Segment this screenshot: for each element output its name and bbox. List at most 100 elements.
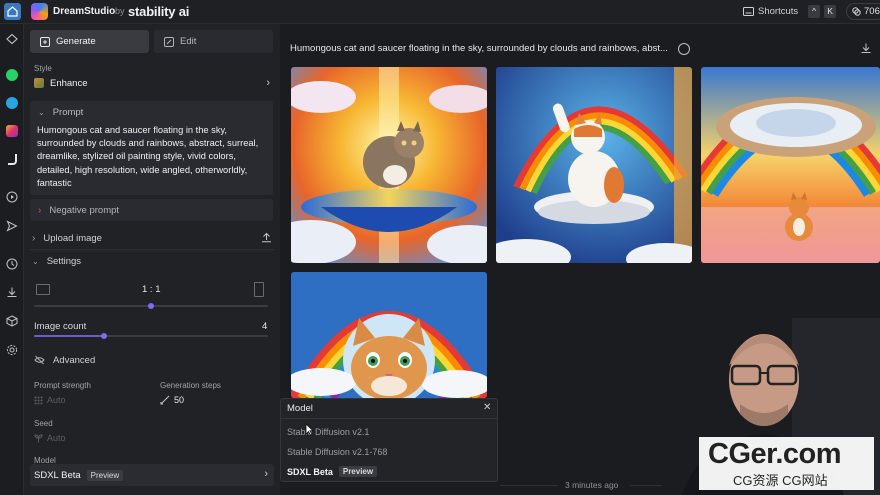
chevron-down-icon: ⌄ [38,108,45,117]
download-all-icon[interactable] [860,42,872,54]
shortcuts-label: Shortcuts [758,6,799,17]
grid-dots-icon [34,396,43,404]
generation-steps-label: Generation steps [160,381,221,390]
tab-edit-label: Edit [180,36,197,47]
stability-logo-text: stability ai [128,4,190,19]
image-cat-waving-rainbow [496,67,692,263]
credits-count: 706 [864,6,880,17]
close-icon[interactable]: ✕ [483,402,491,413]
chevron-right-icon: › [38,204,42,216]
generated-image-3[interactable] [701,67,880,263]
explore-icon[interactable] [5,32,19,46]
style-selector[interactable]: Enhance › [34,76,270,90]
tab-edit[interactable]: Edit [154,30,273,53]
image-count-value: 4 [262,321,268,332]
divider [30,249,274,250]
generate-icon [40,36,50,47]
model-option-sdxl-beta[interactable]: SDXL Beta Preview [287,466,378,477]
dreamstudio-logo[interactable] [31,3,48,20]
generated-image-4[interactable] [291,272,487,398]
aspect-ratio-slider-handle[interactable] [148,303,154,309]
model-dropdown: Model ✕ Stable Diffusion v2.1 Stable Dif… [280,398,498,482]
image-saucer-over-cat [701,67,880,263]
advanced-toggle[interactable]: Advanced [32,350,276,370]
mouse-cursor-icon [305,423,314,436]
preview-badge: Preview [86,469,124,481]
model-option-sd21[interactable]: Stable Diffusion v2.1 [287,427,369,437]
model-option-label: Stable Diffusion v2.1-768 [287,447,388,457]
history-icon[interactable] [5,257,19,271]
download-icon[interactable] [5,285,19,299]
aspect-ratio-value: 1 : 1 [142,284,161,295]
edit-icon [164,36,174,47]
settings-label: Settings [46,255,82,267]
settings-section[interactable]: ⌄ Settings [30,251,274,271]
watermark: CGer.com CG资源 CG网站 [699,437,874,490]
whatsapp-icon[interactable] [5,68,19,82]
play-circle-icon[interactable] [5,190,19,204]
retry-icon[interactable] [678,43,690,55]
prompt-strength-label: Prompt strength [34,381,91,390]
shortcut-key-k: K [824,5,837,18]
negative-prompt-label: Negative prompt [49,204,120,216]
seed-icon [34,433,43,442]
watermark-main: CGer.com [708,438,842,470]
prompt-label: Prompt [52,107,84,118]
instagram-icon[interactable] [5,124,19,138]
seed-input[interactable]: Auto [34,433,66,443]
steps-icon [160,395,170,405]
image-count-label: Image count [34,321,87,332]
generation-timestamp: 3 minutes ago [565,480,619,490]
generated-image-1[interactable] [291,67,487,263]
image-count-slider[interactable] [34,333,268,339]
left-rail [0,24,24,495]
chevron-right-icon: › [32,232,36,244]
credits-badge[interactable]: 706 [846,3,880,20]
tab-generate-label: Generate [56,36,96,47]
model-selector[interactable]: SDXL Beta Preview › [30,464,274,486]
image-count-slider-handle[interactable] [101,333,108,339]
image-cat-on-saucer-golden [291,67,487,263]
landscape-aspect-icon[interactable] [36,284,50,295]
upload-image-section[interactable]: › Upload image [30,228,274,248]
home-button[interactable] [4,3,21,20]
shortcuts-button[interactable]: Shortcuts ^ K [743,4,837,19]
tab-generate[interactable]: Generate [30,30,149,53]
seed-value: Auto [47,433,66,443]
home-icon [7,6,18,17]
shortcut-key-ctrl: ^ [808,5,821,18]
tiktok-icon[interactable] [5,152,19,166]
prompt-header[interactable]: ⌄ Prompt [38,107,83,118]
model-option-sd21-768[interactable]: Stable Diffusion v2.1-768 [287,447,387,457]
portrait-aspect-icon[interactable] [254,282,264,297]
eye-off-icon [34,355,45,365]
generation-panel: Generate Edit Style Enhance › ⌄ Prompt H… [24,24,280,495]
chevron-right-icon: › [266,77,270,89]
send-icon[interactable] [5,219,19,233]
model-option-label: Stable Diffusion v2.1 [287,427,370,437]
style-value: Enhance [50,77,88,89]
model-dropdown-title: Model [287,403,313,414]
aspect-ratio-slider[interactable] [34,303,268,309]
generated-image-2[interactable] [496,67,692,263]
preview-badge: Preview [338,466,378,477]
prompt-strength-value: Auto [47,395,66,405]
prompt-input[interactable]: Humongous cat and saucer floating in the… [37,124,269,190]
settings-gear-icon[interactable] [5,343,19,357]
cube-icon[interactable] [5,314,19,328]
style-label: Style [34,64,52,73]
generation-steps-input[interactable]: 50 [160,395,184,405]
seed-label: Seed [34,419,53,428]
chevron-right-icon: › [264,468,268,480]
upload-icon[interactable] [261,232,272,243]
keyboard-icon [743,7,754,16]
credits-icon [852,7,861,16]
image-count-slider-fill [34,335,105,337]
top-bar: DreamStudio by stability ai Shortcuts ^ … [0,0,880,24]
brand-by: by [115,6,125,16]
negative-prompt-toggle[interactable]: › Negative prompt [30,199,273,221]
style-thumbnail [34,78,44,88]
divider [500,485,558,486]
telegram-icon[interactable] [5,96,19,110]
prompt-strength-input[interactable]: Auto [34,395,66,405]
